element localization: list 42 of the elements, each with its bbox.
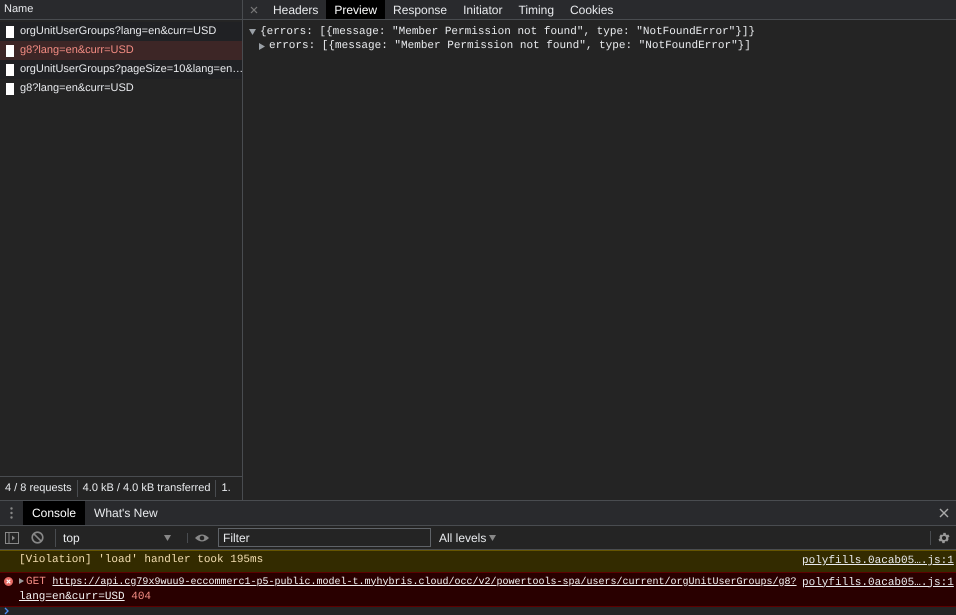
document-icon: [6, 44, 14, 56]
request-row[interactable]: g8?lang=en&curr=USD: [0, 41, 242, 60]
document-icon: [6, 82, 14, 94]
settings-icon[interactable]: [930, 530, 951, 544]
caret-icon: [489, 534, 496, 540]
collapsed-triangle-icon[interactable]: [259, 42, 265, 50]
tab[interactable]: Console: [23, 501, 86, 525]
status-code: 404: [131, 590, 152, 602]
tab[interactable]: What's New: [85, 501, 167, 525]
tab[interactable]: Headers: [265, 0, 326, 19]
request-row[interactable]: orgUnitUserGroups?pageSize=10&lang=en…: [0, 60, 242, 79]
message-text: [Violation] 'load' handler took 195ms: [19, 554, 264, 566]
source-link[interactable]: polyfills.0acab05….js:1: [802, 574, 952, 591]
tab[interactable]: Timing: [510, 0, 562, 19]
request-url[interactable]: https://api.cg79x9wuu9-eccommerc1-p5-public.model-t.myhybris.cloud/occ/v2/powertools-spa/users/current/orgUnitUserGroups/g8?: [52, 576, 797, 588]
tab[interactable]: Preview: [326, 0, 386, 19]
caret-icon: [164, 534, 171, 540]
request-url[interactable]: lang=en&curr=USD: [19, 590, 125, 602]
tab[interactable]: Cookies: [562, 0, 622, 19]
tab[interactable]: Initiator: [455, 0, 510, 19]
http-method: GET: [26, 576, 46, 588]
context-dropdown[interactable]: top: [55, 528, 175, 546]
levels-dropdown[interactable]: All levels: [439, 528, 496, 546]
status-text: 4.0 kB / 4.0 kB transferred: [76, 480, 216, 497]
eye-icon[interactable]: [187, 532, 210, 542]
column-header[interactable]: Name: [4, 1, 34, 18]
source-link[interactable]: polyfills.0acab05….js:1: [802, 553, 952, 570]
expanded-triangle-icon[interactable]: [249, 29, 256, 35]
document-icon: [6, 64, 14, 76]
status-text: 1.: [215, 480, 236, 497]
preview-line: {errors: [{message: "Member Permission not found", type: "NotFoundError"}]}: [260, 24, 756, 40]
filter-field[interactable]: Filter: [218, 528, 431, 547]
document-icon: [6, 26, 14, 38]
sidebar-toggle-icon[interactable]: [5, 532, 19, 544]
preview-line: errors: [{message: "Member Permission not found", type: "NotFoundError"}]: [269, 38, 751, 54]
prompt-icon: [4, 606, 10, 614]
tab[interactable]: Response: [385, 0, 456, 19]
status-text: 4 / 8 requests: [4, 481, 73, 496]
expand-triangle-icon[interactable]: [19, 578, 24, 584]
clear-icon[interactable]: [31, 531, 44, 544]
error-icon: [4, 576, 13, 586]
request-row[interactable]: orgUnitUserGroups?lang=en&curr=USD: [0, 22, 242, 41]
